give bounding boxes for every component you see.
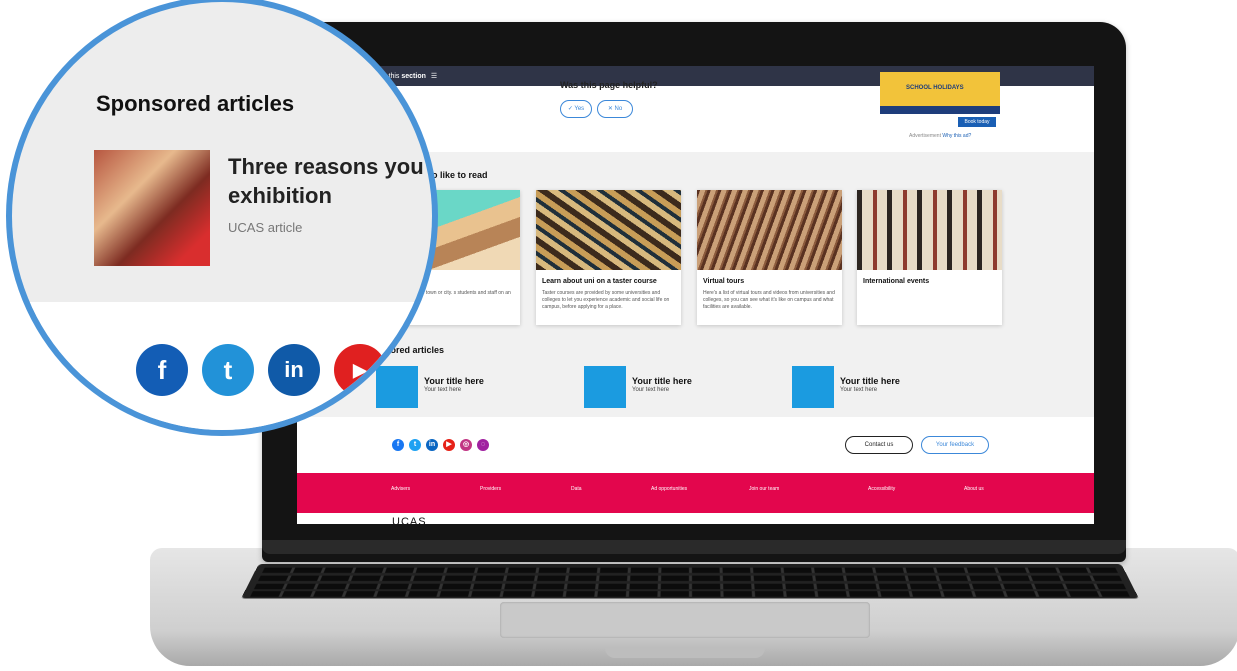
card-image — [697, 190, 842, 270]
laptop-notch — [605, 648, 765, 658]
contact-us-button[interactable]: Contact us — [845, 436, 913, 454]
laptop-keyboard — [240, 564, 1140, 599]
twitter-icon[interactable]: t — [409, 439, 421, 451]
card-international-events[interactable]: International events — [857, 190, 1002, 325]
footer-link[interactable]: Data — [571, 486, 582, 492]
ad-footer: Book today — [880, 114, 1000, 130]
ad-caption-text: Advertisement — [909, 133, 941, 139]
sponsored-thumbnail[interactable] — [792, 366, 834, 408]
ad-headline: SCHOOL HOLIDAYS — [906, 85, 964, 91]
ucas-logo[interactable]: UCAS — [392, 516, 427, 524]
twitter-icon[interactable]: t — [202, 344, 254, 396]
footer-link[interactable]: Accessibility — [868, 486, 895, 492]
no-button[interactable]: ✕ No — [597, 100, 633, 118]
snapchat-icon[interactable]: ◌ — [477, 439, 489, 451]
sponsored-title[interactable]: Your title here — [424, 376, 484, 386]
card-title: Virtual tours — [703, 278, 745, 285]
ad-caption: Advertisement Why this ad? — [909, 133, 971, 139]
menu-icon: ☰ — [430, 73, 438, 80]
your-feedback-button[interactable]: Your feedback — [921, 436, 989, 454]
card-virtual-tours[interactable]: Virtual tours Here's a list of virtual t… — [697, 190, 842, 325]
card-image — [536, 190, 681, 270]
magnified-article-source: UCAS article — [228, 220, 303, 235]
footer-link[interactable]: Ad opportunities — [651, 486, 687, 492]
also-like-heading: o like to read — [432, 170, 488, 180]
laptop-trackpad — [500, 602, 870, 638]
instagram-icon[interactable]: ◎ — [460, 439, 472, 451]
footer-link[interactable]: Join our team — [749, 486, 779, 492]
footer-link[interactable]: Providers — [480, 486, 501, 492]
youtube-icon[interactable]: ▶ — [443, 439, 455, 451]
card-title: Learn about uni on a taster course — [542, 278, 657, 285]
card-text: Here's a list of virtual tours and video… — [703, 290, 835, 310]
laptop-hinge — [262, 540, 1126, 554]
advertisement-banner[interactable]: SCHOOL HOLIDAYS Book today — [880, 72, 1000, 130]
linkedin-icon[interactable]: in — [268, 344, 320, 396]
footer-link-bar — [297, 473, 1094, 513]
article-thumbnail[interactable] — [94, 150, 210, 266]
sponsored-thumbnail[interactable] — [584, 366, 626, 408]
helpful-question: Was this page helpful? — [560, 80, 658, 90]
footer-link[interactable]: Advisers — [391, 486, 410, 492]
book-today-button[interactable]: Book today — [958, 117, 996, 127]
sponsored-title[interactable]: Your title here — [632, 376, 692, 386]
magnified-article-title[interactable]: Three reasons you s exhibition — [228, 152, 432, 210]
ad-image: SCHOOL HOLIDAYS — [880, 72, 1000, 106]
card-image — [857, 190, 1002, 270]
card-taster-course[interactable]: Learn about uni on a taster course Taste… — [536, 190, 681, 325]
youtube-icon[interactable]: ▶ — [334, 344, 386, 396]
yes-button[interactable]: ✓ Yes — [560, 100, 592, 118]
linkedin-icon[interactable]: in — [426, 439, 438, 451]
key-row — [262, 567, 1118, 573]
key-row — [258, 575, 1122, 581]
footer-link[interactable]: About us — [964, 486, 984, 492]
explore-label-bold: section — [401, 73, 426, 80]
why-this-ad-link[interactable]: Why this ad? — [942, 133, 971, 139]
key-row — [250, 591, 1130, 597]
card-text: Taster courses are provided by some univ… — [542, 290, 670, 310]
magnified-sponsored-heading: Sponsored articles — [96, 91, 295, 116]
facebook-icon[interactable]: f — [136, 344, 188, 396]
sponsored-text: Your text here — [632, 387, 670, 393]
card-title: International events — [863, 278, 930, 285]
sponsored-text: Your text here — [840, 387, 878, 393]
key-row — [253, 583, 1127, 590]
sponsored-title[interactable]: Your title here — [840, 376, 900, 386]
magnifier-callout: Sponsored articles Three reasons you s e… — [12, 2, 432, 430]
facebook-icon[interactable]: f — [392, 439, 404, 451]
